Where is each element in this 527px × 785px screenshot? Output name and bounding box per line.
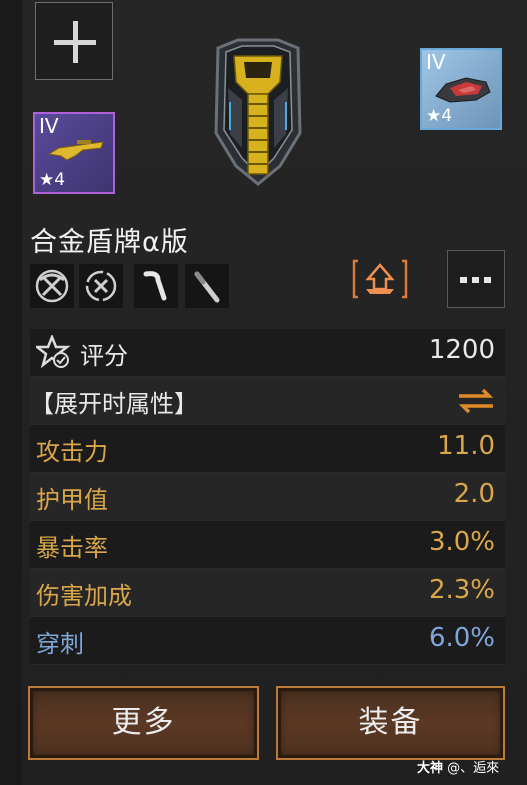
watermark-user: @、逅來 (447, 761, 500, 776)
equip-button[interactable]: 装备 (276, 686, 505, 760)
red-mech-part-icon (435, 77, 491, 103)
expand-attributes-row[interactable]: 【展开时属性】 (30, 377, 505, 425)
slot-stars: ★4 (426, 106, 453, 126)
stat-value: 6.0% (428, 623, 495, 653)
cancel-circle-icon[interactable] (79, 264, 123, 308)
more-button[interactable]: 更多 (28, 686, 259, 760)
left-frame (0, 0, 22, 785)
stat-row: 穿刺 6.0% (30, 617, 505, 665)
swap-arrows-icon[interactable] (457, 387, 495, 415)
stat-label: 穿刺 (36, 630, 84, 658)
stat-label: 暴击率 (36, 534, 108, 562)
score-label: 评分 (80, 342, 128, 370)
item-name: 合金盾牌α版 (30, 227, 189, 258)
stat-value: 11.0 (437, 431, 495, 461)
rating-star-icon (36, 335, 71, 369)
slot-stars: ★4 (39, 170, 66, 190)
stat-label: 伤害加成 (36, 582, 132, 610)
score-row: 评分 1200 (30, 329, 505, 377)
more-options-icon[interactable] (447, 250, 505, 308)
score-value: 1200 (428, 335, 495, 365)
golden-rifle-icon (47, 140, 104, 161)
stat-value: 2.3% (428, 575, 495, 605)
mod-slot-right[interactable]: IV ★4 (420, 48, 502, 130)
expand-attributes-label: 【展开时属性】 (30, 390, 198, 418)
add-button[interactable] (35, 2, 113, 80)
stat-value: 2.0 (453, 479, 495, 509)
watermark: 大神 @、逅來 (417, 757, 499, 776)
stat-row: 伤害加成 2.3% (30, 569, 505, 617)
stat-row: 护甲值 2.0 (30, 473, 505, 521)
mod-slot-left[interactable]: IV ★4 (33, 112, 115, 194)
pickaxe-icon[interactable] (30, 264, 74, 308)
stat-row: 攻击力 11.0 (30, 425, 505, 473)
watermark-brand: 大神 (417, 761, 444, 776)
stats-table: 评分 1200 【展开时属性】 攻击力 11.0 护甲值 2.0 暴击率 3.0… (30, 329, 505, 665)
stat-label: 攻击力 (36, 438, 108, 466)
stat-row: 暴击率 3.0% (30, 521, 505, 569)
blade-icon[interactable] (185, 264, 229, 308)
set-bonus-icon[interactable] (352, 259, 408, 299)
hook-icon[interactable] (134, 264, 178, 308)
slot-tier: IV (39, 114, 59, 138)
slot-tier: IV (426, 50, 446, 74)
stat-label: 护甲值 (36, 486, 108, 514)
stat-value: 3.0% (428, 527, 495, 557)
alloy-shield-icon (214, 38, 302, 186)
